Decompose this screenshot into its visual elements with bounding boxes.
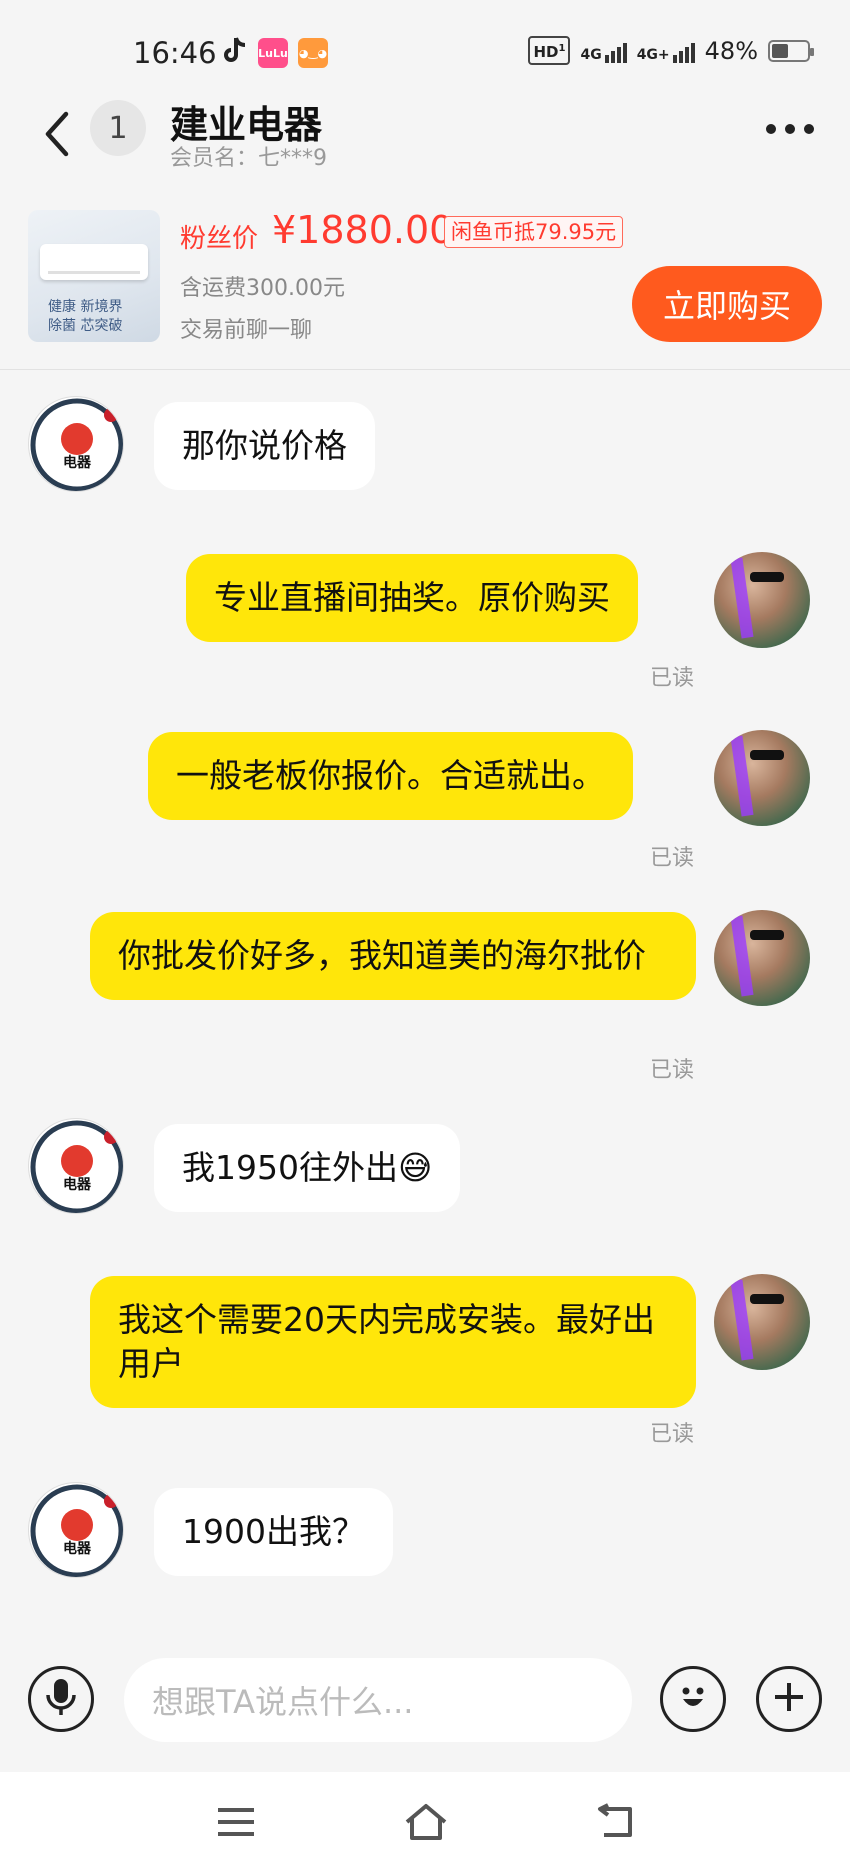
hd-indicator: HD1 [528, 36, 571, 65]
status-indicators: HD1 4G 4G+ 48% [528, 36, 814, 65]
tiktok-icon [222, 36, 248, 70]
status-bar: 16:46 LuLu ◕‿◕ HD1 4G 4G+ 48% [0, 0, 850, 100]
voice-input-button[interactable] [28, 1666, 94, 1732]
battery-percent: 48% [704, 36, 758, 65]
read-status: 已读 [650, 846, 695, 871]
unread-count-badge[interactable]: 1 [90, 100, 146, 156]
status-app-icons: LuLu ◕‿◕ [222, 36, 328, 70]
svg-text:电器: 电器 [63, 1540, 92, 1557]
svg-text:电器: 电器 [63, 454, 92, 471]
back-nav-icon[interactable] [586, 1794, 646, 1850]
message-bubble-outgoing[interactable]: 我这个需要20天内完成安装。最好出用户 [90, 1276, 696, 1408]
user-avatar[interactable] [714, 910, 810, 1006]
network-4gplus-indicator: 4G+ [637, 39, 695, 63]
emoji-button[interactable] [660, 1666, 726, 1732]
price-label: 粉丝价 [180, 224, 259, 254]
more-options-icon[interactable] [760, 114, 820, 144]
member-name: 会员名：七***9 [170, 146, 327, 171]
shop-avatar[interactable]: 电器 [28, 396, 124, 492]
menu-icon[interactable] [206, 1794, 266, 1850]
read-status: 已读 [650, 1422, 695, 1447]
user-avatar[interactable] [714, 1274, 810, 1370]
message-bubble-incoming[interactable]: 我1950往外出😅 [154, 1124, 461, 1212]
thumbnail-caption: 健康 新境界 除菌 芯突破 [48, 299, 123, 334]
status-time: 16:46 [133, 36, 217, 70]
coin-discount-tag: 闲鱼币抵79.95元 [444, 216, 624, 248]
taobao-icon: ◕‿◕ [298, 38, 328, 68]
smiley-icon [673, 1677, 713, 1721]
read-status: 已读 [650, 666, 695, 691]
product-thumbnail[interactable]: 健康 新境界 除菌 芯突破 [28, 210, 160, 342]
message-bubble-incoming[interactable]: 那你说价格 [154, 402, 375, 490]
read-status: 已读 [650, 1058, 695, 1083]
product-price: ¥1880.00 [272, 208, 454, 252]
message-bubble-outgoing[interactable]: 专业直播间抽奖。原价购买 [186, 554, 638, 642]
message-bubble-incoming[interactable]: 1900出我？ [154, 1488, 393, 1576]
microphone-icon [44, 1677, 78, 1721]
message-bubble-outgoing[interactable]: 一般老板你报价。合适就出。 [148, 732, 633, 820]
message-bubble-outgoing[interactable]: 你批发价好多，我知道美的海尔批价 [90, 912, 696, 1000]
back-arrow-icon[interactable] [38, 104, 78, 164]
plus-icon [771, 1679, 807, 1719]
buy-now-button[interactable]: 立即购买 [632, 266, 822, 342]
shop-avatar[interactable]: 电器 [28, 1118, 124, 1214]
shipping-fee: 含运费300.00元 [180, 276, 345, 301]
system-nav-bar [0, 1772, 850, 1870]
message-input[interactable]: 想跟TA说点什么... [124, 1658, 632, 1742]
lulu-icon: LuLu [258, 38, 288, 68]
user-avatar[interactable] [714, 730, 810, 826]
battery-icon [768, 39, 814, 62]
air-conditioner-image [40, 244, 148, 280]
home-icon[interactable] [396, 1794, 456, 1850]
svg-text:电器: 电器 [63, 1176, 92, 1193]
user-avatar[interactable] [714, 552, 810, 648]
shop-avatar[interactable]: 电器 [28, 1482, 124, 1578]
add-attachment-button[interactable] [756, 1666, 822, 1732]
chat-hint: 交易前聊一聊 [180, 318, 313, 343]
network-4g-indicator: 4G [580, 39, 627, 63]
